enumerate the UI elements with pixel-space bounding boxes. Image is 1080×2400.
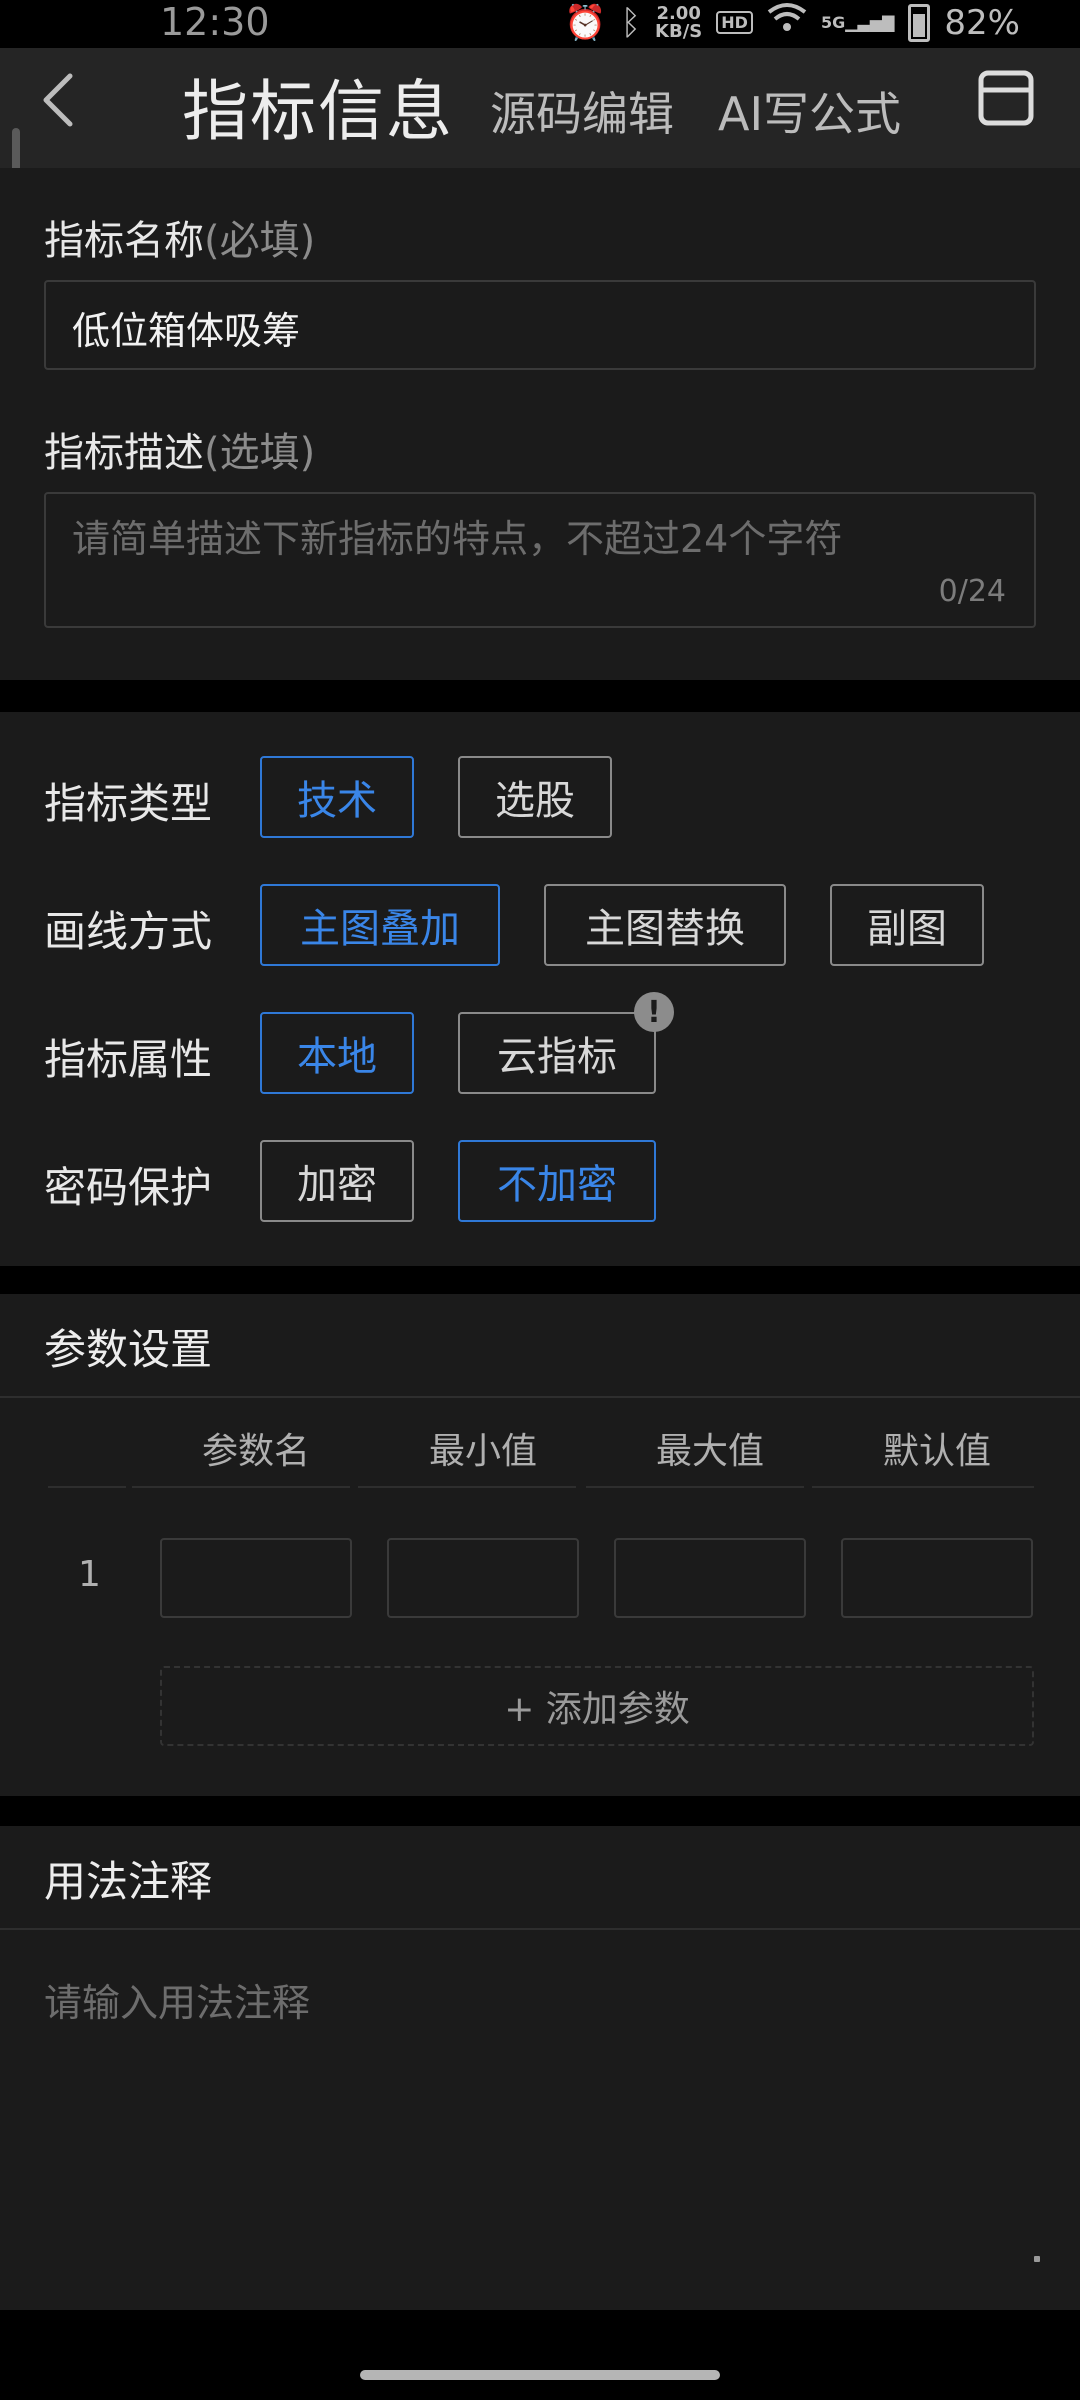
battery-percent: 82% (944, 2, 1020, 43)
password-label: 密码保护 (44, 1163, 213, 1212)
type-chip-stock-pick[interactable]: 选股 (458, 756, 612, 838)
info-icon[interactable]: ! (634, 992, 674, 1032)
back-button[interactable] (32, 70, 92, 130)
home-indicator[interactable] (360, 2370, 720, 2380)
draw-chip-replace[interactable]: 主图替换 (544, 884, 786, 966)
battery-icon (908, 3, 931, 42)
attr-chip-cloud[interactable]: 云指标 (458, 1012, 656, 1094)
basic-info-card: 指标名称(必填) 低位箱体吸筹 指标描述(选填) 请简单描述下新指标的特点，不超… (0, 168, 1080, 680)
draw-chip-subchart[interactable]: 副图 (830, 884, 984, 966)
save-icon (978, 70, 1034, 126)
column-header-min: 最小值 (428, 1431, 537, 1472)
status-time: 12:30 (160, 0, 270, 44)
attr-chip-local[interactable]: 本地 (260, 1012, 414, 1094)
save-button[interactable] (978, 70, 1034, 126)
params-card: 参数设置 参数名 最小值 最大值 默认值 1 + 添加参数 (0, 1294, 1080, 1796)
column-header-name: 参数名 (201, 1431, 310, 1472)
ai-formula-link[interactable]: AI写公式 (718, 78, 901, 144)
header-underline (132, 1486, 350, 1488)
usage-divider (0, 1928, 1080, 1930)
column-header-max: 最大值 (655, 1431, 764, 1472)
description-input[interactable]: 请简单描述下新指标的特点，不超过24个字符 0/24 (44, 492, 1036, 628)
usage-title: 用法注释 (44, 1857, 213, 1906)
alarm-icon: ⏰ (564, 2, 607, 43)
description-counter: 0/24 (938, 574, 1006, 609)
params-divider (0, 1396, 1080, 1398)
nav-bar: 指标信息 源码编辑 AI写公式 (0, 48, 1080, 168)
chevron-left-icon (43, 73, 73, 127)
options-card: 指标类型 技术 选股 画线方式 主图叠加 主图替换 副图 指标属性 本地 云指标… (0, 712, 1080, 1266)
param-min-input[interactable] (387, 1538, 579, 1618)
status-icons: ⏰ ᛒ 2.00 KB/S HD 5G▁▃▅▇ 82% (564, 2, 1020, 43)
bluetooth-icon: ᛒ (620, 2, 642, 43)
draw-label: 画线方式 (44, 907, 213, 956)
header-underline (586, 1486, 804, 1488)
param-default-input[interactable] (841, 1538, 1033, 1618)
param-name-input[interactable] (160, 1538, 352, 1618)
attr-label: 指标属性 (44, 1035, 213, 1084)
password-chip-no-encrypt[interactable]: 不加密 (458, 1140, 656, 1222)
type-label: 指标类型 (44, 779, 213, 828)
params-title: 参数设置 (44, 1325, 213, 1374)
header-underline (358, 1486, 576, 1488)
header-underline (812, 1486, 1034, 1488)
resize-handle (1034, 2256, 1040, 2262)
usage-card: 用法注释 请输入用法注释 (0, 1826, 1080, 2310)
name-label: 指标名称(必填) (44, 218, 316, 264)
description-label: 指标描述(选填) (44, 430, 316, 476)
source-edit-link[interactable]: 源码编辑 (490, 78, 674, 144)
page-title: 指标信息 (182, 73, 454, 150)
param-row-index: 1 (78, 1554, 101, 1595)
description-placeholder: 请简单描述下新指标的特点，不超过24个字符 (72, 517, 843, 561)
network-speed: 2.00 KB/S (655, 2, 703, 42)
type-chip-technical[interactable]: 技术 (260, 756, 414, 838)
signal-icon: 5G▁▃▅▇ (820, 13, 895, 32)
param-max-input[interactable] (614, 1538, 806, 1618)
password-chip-encrypt[interactable]: 加密 (260, 1140, 414, 1222)
name-input-value: 低位箱体吸筹 (72, 309, 301, 353)
name-input[interactable]: 低位箱体吸筹 (44, 280, 1036, 370)
wifi-icon (767, 2, 807, 43)
usage-input[interactable]: 请输入用法注释 (44, 1972, 310, 2027)
draw-chip-overlay[interactable]: 主图叠加 (260, 884, 500, 966)
header-underline (48, 1486, 126, 1488)
add-param-button[interactable]: + 添加参数 (160, 1666, 1034, 1746)
column-header-default: 默认值 (882, 1431, 991, 1472)
hd-icon: HD (716, 11, 753, 34)
